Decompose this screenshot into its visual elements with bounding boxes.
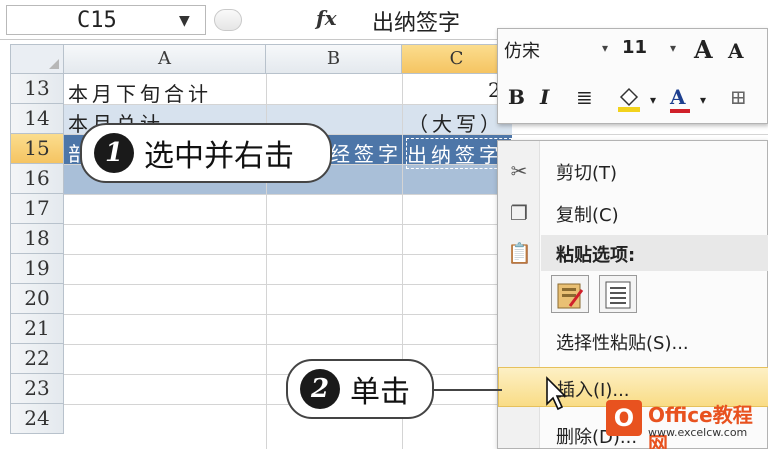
callout-leader-line xyxy=(434,389,502,391)
grow-font-icon[interactable]: A xyxy=(694,35,713,64)
font-color-icon[interactable]: A xyxy=(670,85,690,113)
column-header-b[interactable]: B xyxy=(266,44,402,74)
menu-item-label: 复制(C) xyxy=(556,205,619,226)
copy-icon: ❐ xyxy=(510,201,528,225)
shrink-font-icon[interactable]: A xyxy=(728,39,744,63)
font-size-value: 11 xyxy=(622,37,648,58)
watermark: O Office教程网 www.excelcw.com xyxy=(604,396,768,449)
step-number-badge: 2 xyxy=(300,369,340,409)
column-header-c[interactable]: C xyxy=(402,44,512,74)
office-logo-icon: O xyxy=(606,400,642,436)
paste-formatting-icon[interactable] xyxy=(551,275,589,313)
paint-bucket-icon[interactable] xyxy=(616,85,642,118)
bold-button[interactable]: B xyxy=(508,85,525,109)
menu-item-copy[interactable]: ❐ 复制(C) xyxy=(498,193,768,233)
mini-toolbar: 仿宋 ▾ 11 ▾ A A B I ≣ ▾ A ▾ ⊞ xyxy=(497,28,768,124)
callout-step-1: 1 选中并右击 xyxy=(80,123,332,183)
mini-toolbar-row: B I ≣ ▾ A ▾ ⊞ xyxy=(504,83,764,113)
cell-a13[interactable]: 本月下旬合计 xyxy=(68,78,264,107)
chevron-down-icon[interactable]: ▼ xyxy=(179,13,190,29)
row-header-18[interactable]: 18 xyxy=(10,224,64,254)
chevron-down-icon[interactable]: ▾ xyxy=(650,93,656,107)
cell-c14[interactable]: （大写） xyxy=(408,108,508,137)
paste-icon: 📋 xyxy=(507,241,532,265)
row-header-20[interactable]: 20 xyxy=(10,284,64,314)
menu-item-label: 选择性粘贴(S)... xyxy=(556,333,689,354)
menu-item-label: 剪切(T) xyxy=(556,163,618,184)
select-all-corner[interactable] xyxy=(10,44,64,74)
row-header-14[interactable]: 14 xyxy=(10,104,64,134)
watermark-url: www.excelcw.com xyxy=(648,426,748,439)
mouse-pointer-icon xyxy=(546,376,567,411)
name-box[interactable]: C15 ▼ xyxy=(6,5,206,35)
scissors-icon: ✂ xyxy=(510,159,528,183)
font-size-select[interactable]: 11 ▾ xyxy=(618,37,680,63)
callout-text: 选中并右击 xyxy=(144,139,294,174)
formula-bar-divider xyxy=(214,9,242,31)
chevron-down-icon[interactable]: ▾ xyxy=(700,93,706,107)
paste-values-icon[interactable] xyxy=(599,275,637,313)
chevron-down-icon[interactable]: ▾ xyxy=(670,41,676,55)
italic-button[interactable]: I xyxy=(540,85,549,109)
menu-item-paste-options: 📋 粘贴选项: xyxy=(498,233,768,273)
row-header-22[interactable]: 22 xyxy=(10,344,64,374)
row-header-23[interactable]: 23 xyxy=(10,374,64,404)
align-center-icon[interactable]: ≣ xyxy=(576,85,593,109)
font-name-select[interactable]: 仿宋 ▾ xyxy=(504,37,612,63)
cell-b15[interactable]: 经签字 xyxy=(330,138,402,167)
name-box-value: C15 xyxy=(77,8,117,33)
row-header-24[interactable]: 24 xyxy=(10,404,64,434)
chevron-down-icon[interactable]: ▾ xyxy=(602,41,608,55)
insert-function-icon[interactable]: fx xyxy=(316,6,337,30)
callout-step-2: 2 单击 xyxy=(286,359,434,419)
column-header-a[interactable]: A xyxy=(64,44,266,74)
callout-text: 单击 xyxy=(350,375,410,410)
row-header-15[interactable]: 15 xyxy=(10,134,64,164)
menu-item-paste-special[interactable]: 选择性粘贴(S)... xyxy=(498,321,768,361)
row-header-16[interactable]: 16 xyxy=(10,164,64,194)
row-header-19[interactable]: 19 xyxy=(10,254,64,284)
row-header-17[interactable]: 17 xyxy=(10,194,64,224)
row-header-13[interactable]: 13 xyxy=(10,74,64,104)
border-icon[interactable]: ⊞ xyxy=(730,85,747,109)
font-name-value: 仿宋 xyxy=(504,41,540,62)
row-header-21[interactable]: 21 xyxy=(10,314,64,344)
formula-input[interactable]: 出纳签字 xyxy=(372,5,460,37)
menu-item-label: 粘贴选项: xyxy=(556,245,636,266)
watermark-title: Office教程网 xyxy=(648,403,753,449)
menu-item-cut[interactable]: ✂ 剪切(T) xyxy=(498,151,768,191)
step-number-badge: 1 xyxy=(94,133,134,173)
